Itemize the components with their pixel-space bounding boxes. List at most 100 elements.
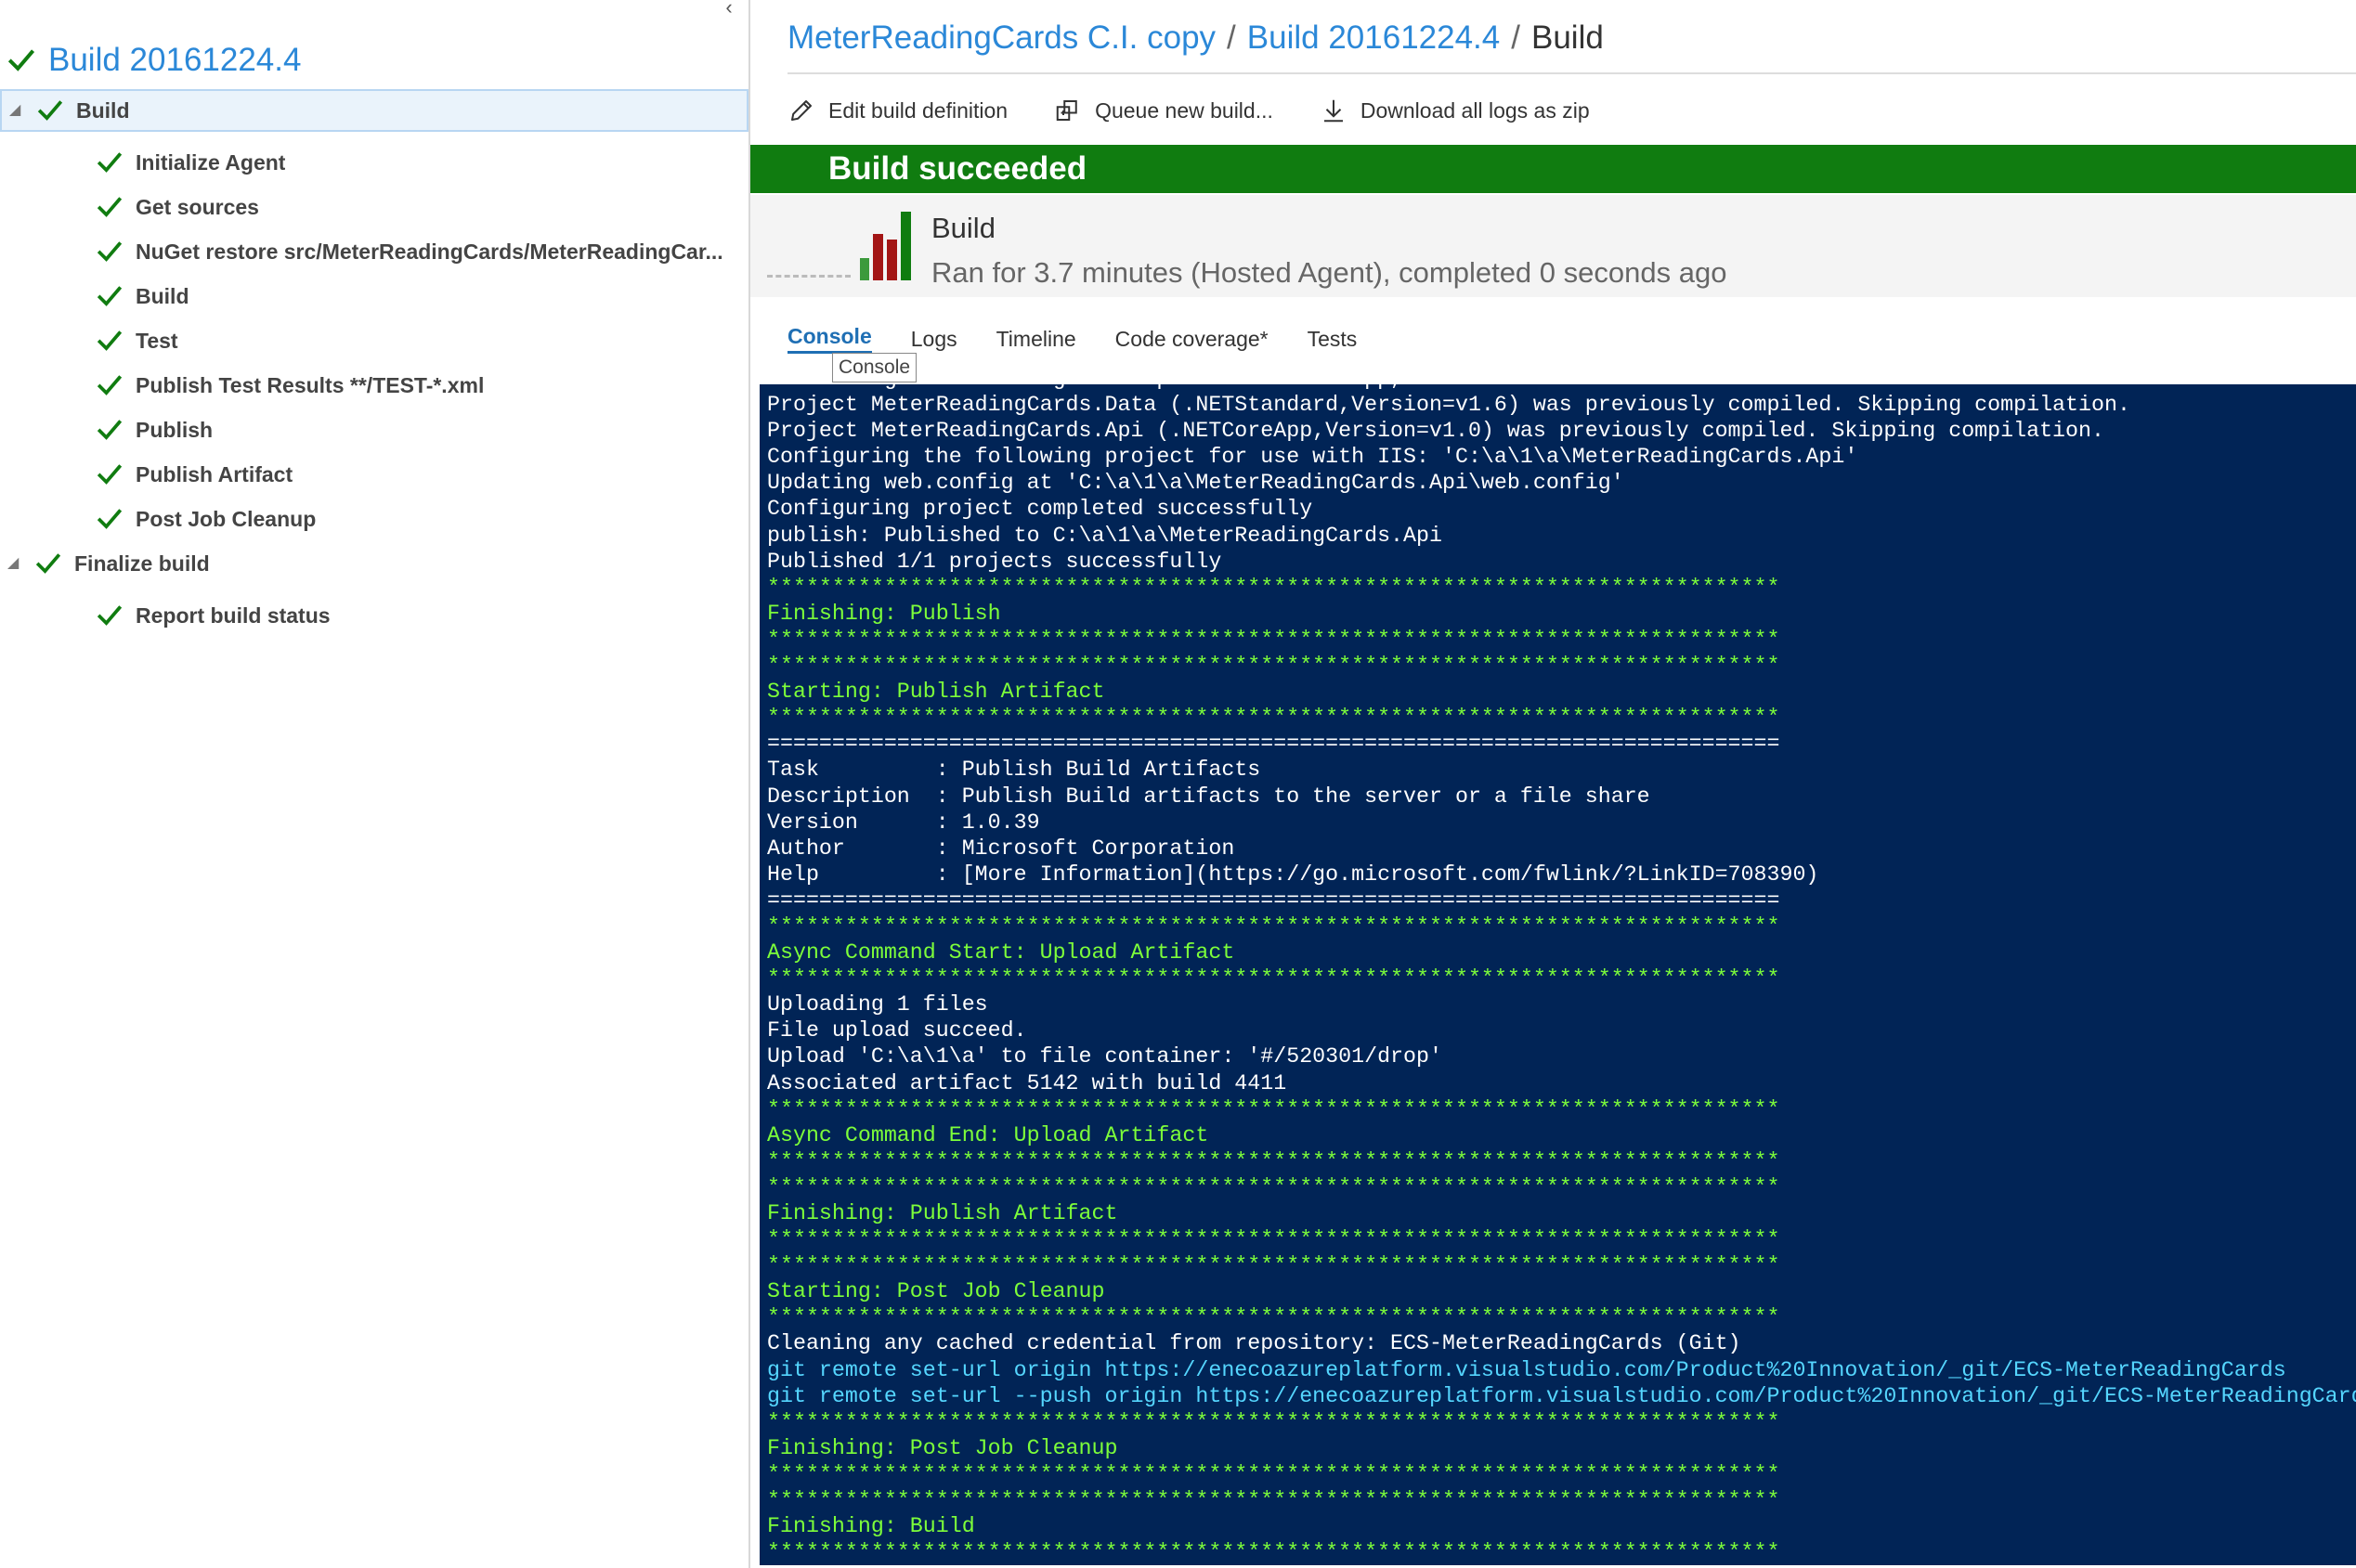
console-lines: Publishing MeterReadingCards.Api for .NE…: [767, 384, 2356, 1565]
pencil-icon: [791, 100, 812, 121]
console-line: Author : Microsoft Corporation: [767, 836, 1235, 861]
tab-tests[interactable]: Tests: [1308, 327, 1358, 352]
tab-console[interactable]: Console: [788, 324, 872, 354]
console-line: ****************************************…: [767, 1148, 1780, 1173]
console-line: Help : [More Information](https://go.mic…: [767, 862, 1819, 887]
console-line: ****************************************…: [767, 1409, 1780, 1434]
console-line: ****************************************…: [767, 1174, 1780, 1199]
tree-node-test[interactable]: Test: [0, 319, 748, 362]
console-line: Published 1/1 projects successfully: [767, 549, 1222, 574]
tree-node-build[interactable]: ◢ Build: [0, 89, 748, 132]
console-line: Async Command Start: Upload Artifact: [767, 940, 1235, 965]
console-line: ****************************************…: [767, 575, 1780, 600]
console-line: File upload succeed.: [767, 1018, 1027, 1043]
check-icon: [97, 375, 123, 395]
queue-new-build-label: Queue new build...: [1095, 97, 1273, 123]
tree-node-report-build-status[interactable]: Report build status: [0, 594, 748, 637]
check-icon: [97, 509, 123, 529]
console-line: Finishing: Post Job Cleanup: [767, 1435, 1118, 1460]
breadcrumb-build-link[interactable]: Build 20161224.4: [1247, 19, 1500, 57]
console-line: Associated artifact 5142 with build 4411: [767, 1070, 1287, 1095]
console-line: ****************************************…: [767, 914, 1780, 939]
check-icon: [97, 241, 123, 262]
triangle-expanded-icon[interactable]: ◢: [7, 556, 20, 571]
tree-node-post-job-cleanup[interactable]: Post Job Cleanup: [0, 498, 748, 540]
console-line: ****************************************…: [767, 627, 1780, 652]
tree-node-finalize-build[interactable]: ◢ Finalize build: [0, 542, 748, 585]
tree-node-publish-artifact[interactable]: Publish Artifact: [0, 453, 748, 496]
tree-node-label: Publish: [136, 417, 214, 442]
check-icon: [97, 197, 123, 217]
check-icon: [7, 49, 35, 71]
tooltip: Console: [832, 353, 918, 382]
triangle-expanded-icon[interactable]: ◢: [9, 103, 22, 118]
console-line: Cleaning any cached credential from repo…: [767, 1331, 1741, 1356]
header-divider: [788, 72, 2356, 74]
build-status-banner: Build succeeded: [750, 145, 2356, 193]
build-tree-panel: ‹ Build 20161224.4 ◢ Build Initialize Ag…: [0, 0, 750, 1568]
tab-code-coverage[interactable]: Code coverage*: [1115, 327, 1269, 352]
tree-node-label: Test: [136, 328, 178, 353]
tree-node-initialize-agent[interactable]: Initialize Agent: [0, 141, 748, 184]
check-icon: [97, 605, 123, 626]
download-logs-button[interactable]: Download all logs as zip: [1320, 97, 1590, 124]
check-icon: [97, 420, 123, 440]
tree-node-get-sources[interactable]: Get sources: [0, 186, 748, 228]
download-logs-label: Download all logs as zip: [1360, 97, 1590, 123]
console-line: ****************************************…: [767, 1540, 1780, 1565]
build-summary-title: Build: [931, 212, 996, 244]
tree-node-label: Build: [76, 97, 130, 123]
console-line: Updating web.config at 'C:\a\1\a\MeterRe…: [767, 471, 1624, 496]
console-line: ****************************************…: [767, 1305, 1780, 1330]
tree-node-label: Build: [136, 283, 189, 308]
queue-new-build-button[interactable]: Queue new build...: [1054, 97, 1273, 124]
console-line: Configuring the following project for us…: [767, 445, 1858, 470]
console-line: ****************************************…: [767, 1096, 1780, 1121]
tree-node-publish-test-results[interactable]: Publish Test Results **/TEST-*.xml: [0, 364, 748, 407]
bar-chart-icon: [860, 212, 911, 280]
tree-node-label: Publish Artifact: [136, 461, 293, 486]
tabs: Console Logs Timeline Code coverage* Tes…: [788, 320, 1396, 357]
console-output[interactable]: Publishing MeterReadingCards.Api for .NE…: [760, 384, 2356, 1565]
breadcrumb-separator: /: [1511, 19, 1520, 56]
build-status-text: Build succeeded: [828, 150, 1087, 187]
breadcrumb-separator: /: [1227, 19, 1236, 56]
collapse-panel-button[interactable]: ‹: [717, 0, 741, 19]
check-icon: [35, 553, 61, 574]
tree-node-publish[interactable]: Publish: [0, 408, 748, 451]
console-line: Starting: Publish Artifact: [767, 680, 1105, 705]
build-title-link[interactable]: Build 20161224.4: [48, 42, 301, 79]
console-line: ****************************************…: [767, 1488, 1780, 1513]
tree-node-label: Report build status: [136, 603, 331, 628]
tree-node-nuget-restore[interactable]: NuGet restore src/MeterReadingCards/Mete…: [0, 230, 748, 273]
console-line: Async Command End: Upload Artifact: [767, 1122, 1209, 1147]
toolbar: Edit build definition Queue new build...…: [788, 91, 1636, 130]
breadcrumb-current: Build: [1530, 19, 1604, 56]
console-line: ****************************************…: [767, 654, 1780, 679]
console-line: ****************************************…: [767, 1227, 1780, 1252]
tree-node-label: Publish Test Results **/TEST-*.xml: [136, 372, 485, 397]
tree-node-label: Post Job Cleanup: [136, 506, 317, 531]
download-icon: [1323, 99, 1343, 123]
tree-node-build-step[interactable]: Build: [0, 275, 748, 317]
console-line: Starting: Post Job Cleanup: [767, 1279, 1105, 1304]
console-line: Configuring project completed successful…: [767, 497, 1313, 522]
check-icon: [97, 330, 123, 351]
console-line: git remote set-url --push origin https:/…: [767, 1383, 2356, 1408]
check-icon: [37, 100, 63, 121]
tab-timeline[interactable]: Timeline: [996, 327, 1076, 352]
console-line: Task : Publish Build Artifacts: [767, 758, 1261, 783]
console-line: publish: Published to C:\a\1\a\MeterRead…: [767, 523, 1442, 548]
check-icon: [97, 152, 123, 173]
edit-build-definition-button[interactable]: Edit build definition: [788, 97, 1008, 124]
chevron-left-icon: ‹: [725, 0, 733, 19]
console-line: ****************************************…: [767, 706, 1780, 731]
build-title-row: Build 20161224.4: [7, 37, 301, 84]
tree-node-label: Initialize Agent: [136, 149, 286, 175]
tab-logs[interactable]: Logs: [911, 327, 957, 352]
console-line: Publishing MeterReadingCards.Api for .NE…: [767, 384, 2356, 392]
breadcrumb-definition-link[interactable]: MeterReadingCards C.I. copy: [788, 19, 1216, 57]
tree-node-label: Finalize build: [74, 551, 210, 576]
check-icon: [97, 464, 123, 485]
console-line: Finishing: Publish: [767, 601, 1001, 626]
